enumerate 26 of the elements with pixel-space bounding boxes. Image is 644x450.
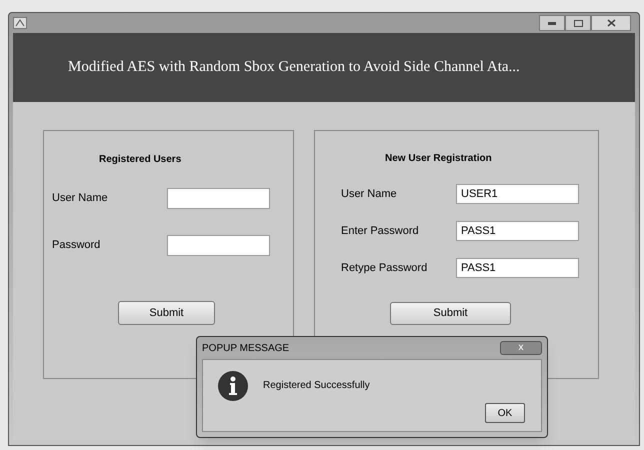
field-label: Password [52, 238, 102, 254]
field-label: User Name [52, 191, 109, 206]
minimize-icon [548, 22, 556, 24]
field-label: Retype Password [341, 260, 428, 276]
submit-button[interactable]: Submit [390, 302, 511, 325]
text-field[interactable]: USER1 [456, 184, 579, 204]
close-button[interactable] [591, 15, 631, 31]
panel-heading: Registered Users [99, 153, 182, 167]
close-icon [606, 19, 616, 27]
field-label: User Name [341, 186, 398, 202]
minimize-button[interactable] [539, 15, 565, 31]
window-title: Modified AES with Random Sbox Generation to Avoid Side Channel Ata... [68, 58, 520, 78]
text-field[interactable]: PASS1 [456, 258, 579, 278]
info-icon [217, 370, 249, 402]
ok-button[interactable]: OK [485, 403, 525, 423]
text-field[interactable] [167, 235, 270, 256]
popup-title: POPUP MESSAGE [202, 342, 290, 356]
field-label: Enter Password [341, 224, 420, 239]
panel-heading: New User Registration [385, 152, 492, 166]
submit-button[interactable]: Submit [118, 301, 215, 325]
popup-message: Registered Successfully [263, 379, 370, 393]
app-icon [13, 17, 27, 29]
maximize-button[interactable] [565, 15, 591, 31]
text-field[interactable] [167, 188, 270, 209]
maximize-icon [574, 20, 582, 26]
text-field[interactable]: PASS1 [456, 221, 579, 241]
